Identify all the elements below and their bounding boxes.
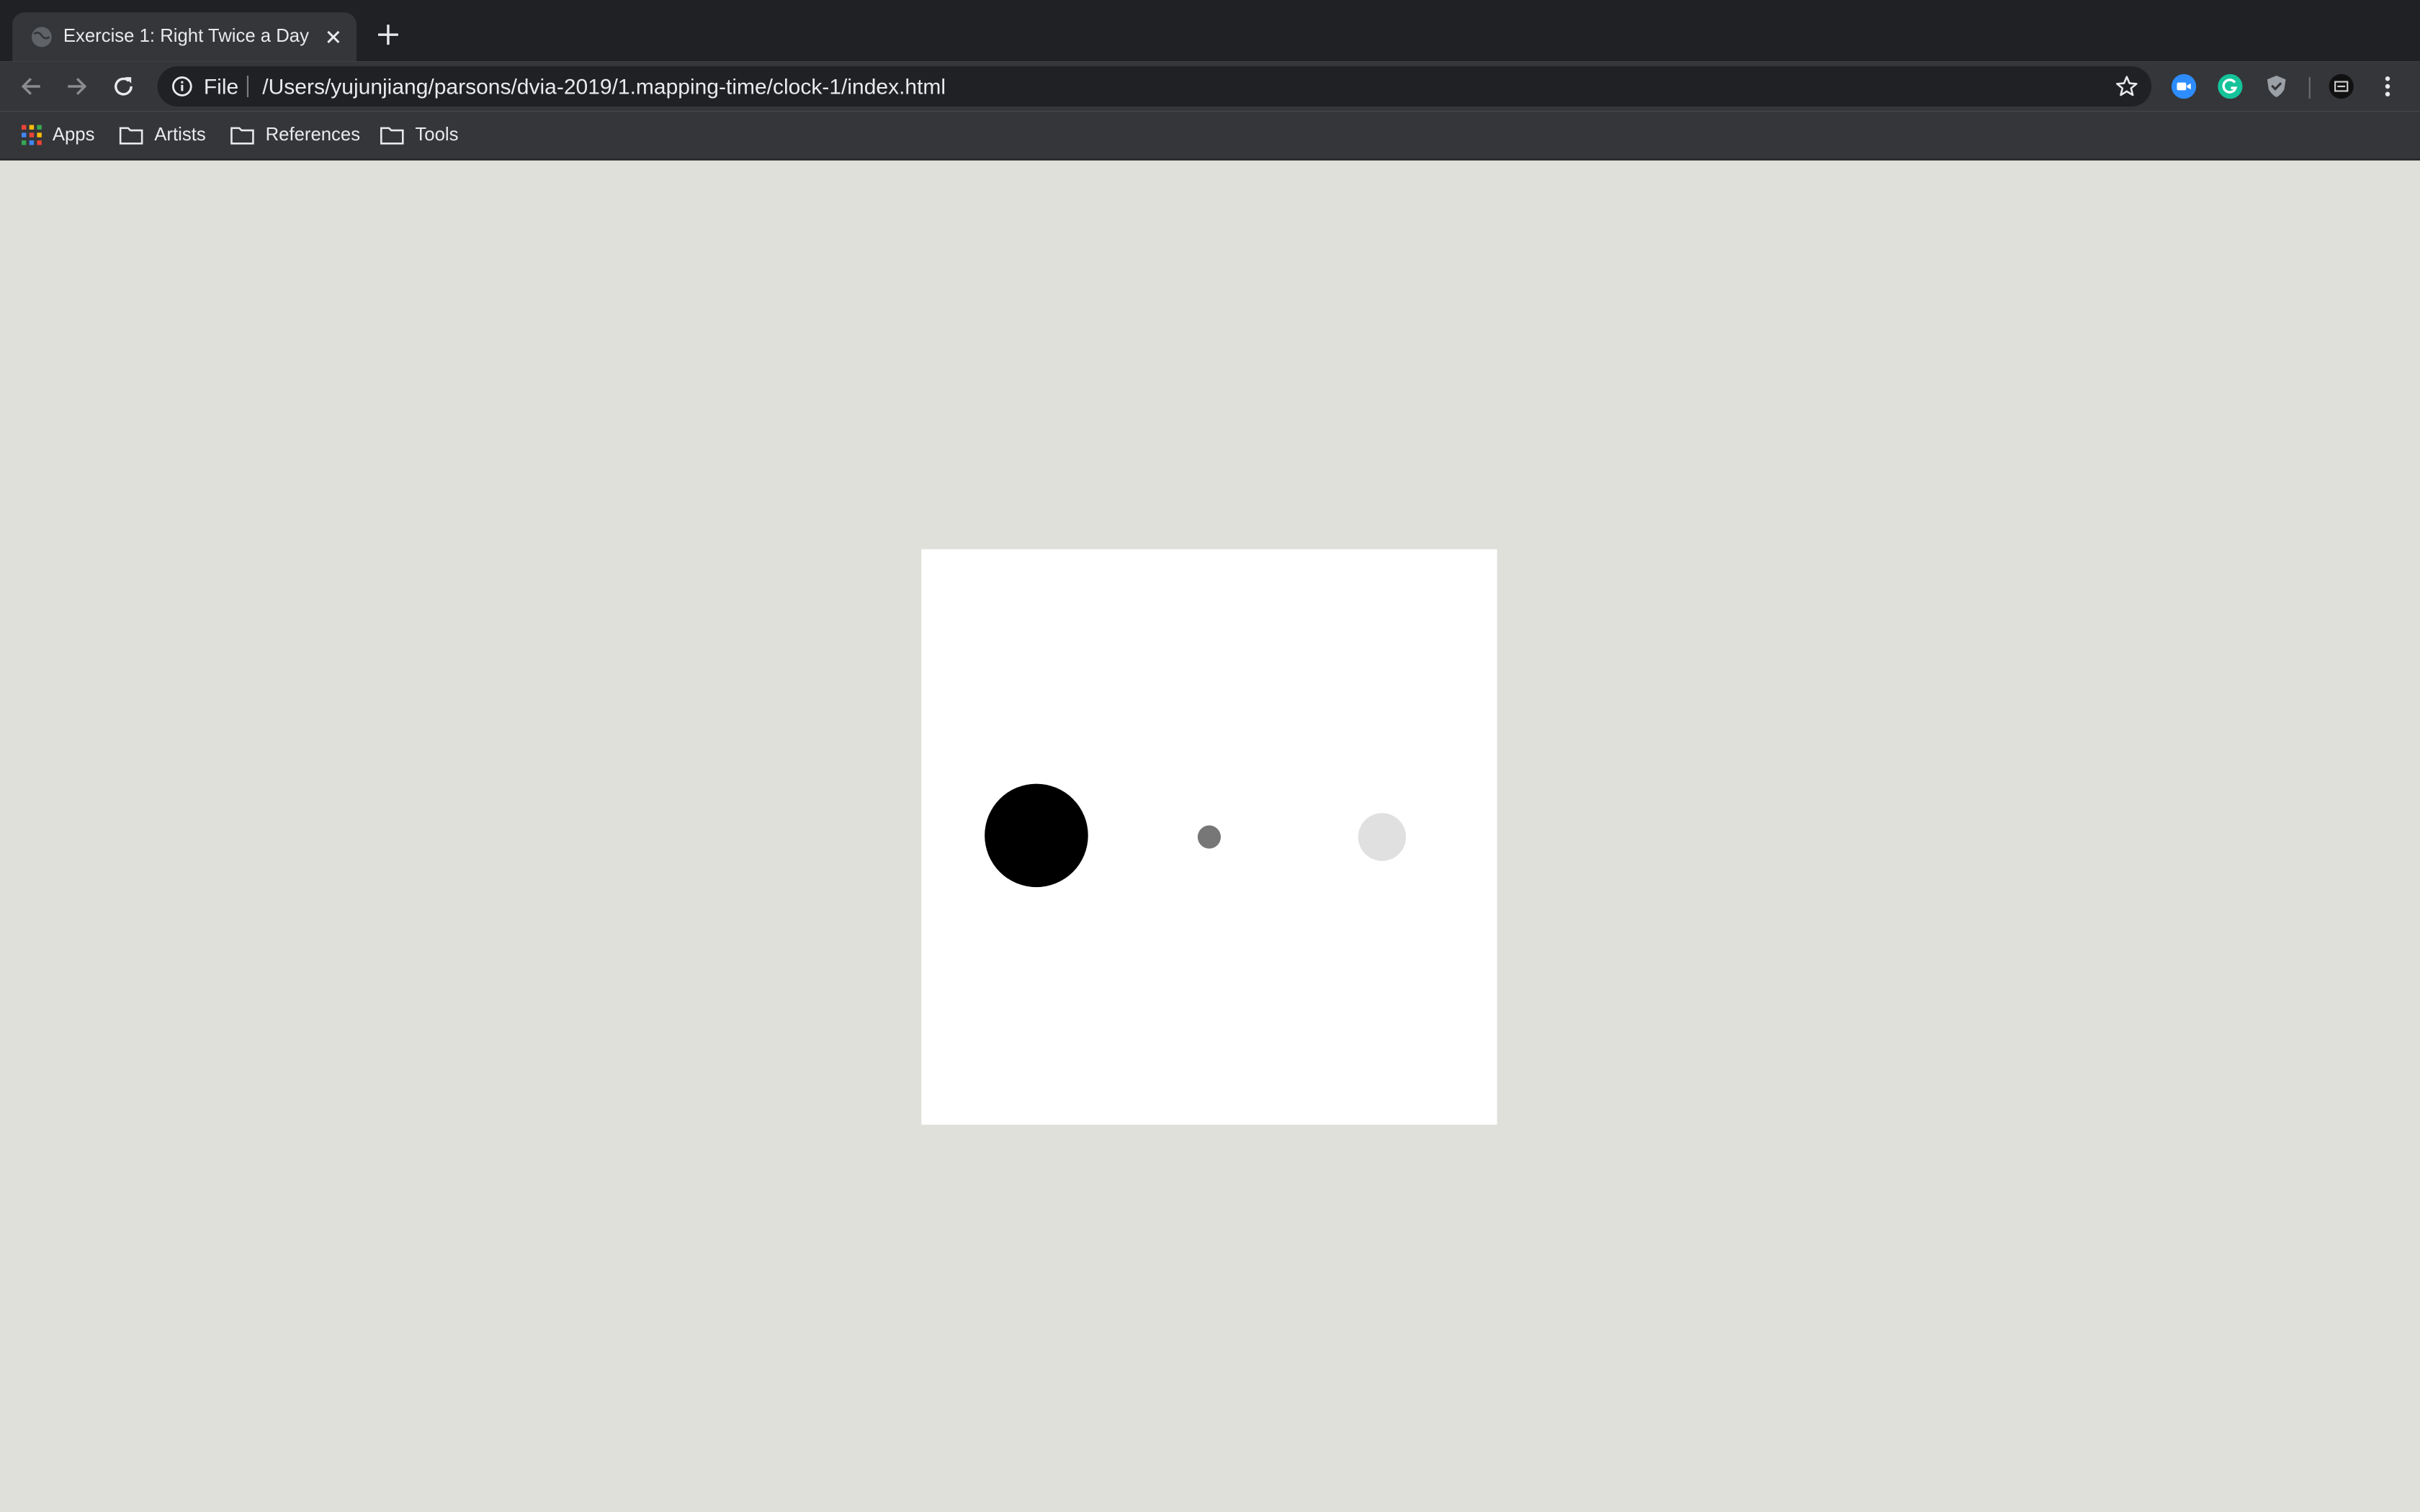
hours-dot: [985, 783, 1088, 888]
close-icon[interactable]: [321, 24, 346, 49]
extension-divider: [2308, 77, 2311, 99]
url-scheme-label: File: [203, 73, 239, 99]
address-bar[interactable]: File /Users/yujunjiang/parsons/dvia-2019…: [157, 66, 2152, 107]
page-viewport: [0, 160, 2420, 1512]
bookmark-label: Tools: [415, 123, 459, 145]
apps-grid-icon: [22, 124, 42, 145]
folder-icon: [380, 126, 404, 144]
shield-extension-icon[interactable]: [2262, 73, 2290, 101]
bookmark-tools[interactable]: Tools: [380, 119, 458, 150]
bookmarks-bar: Apps Artists References Tools: [0, 111, 2420, 161]
folder-icon: [230, 126, 254, 144]
bookmark-label: Apps: [52, 123, 95, 145]
scheme-separator: [246, 76, 248, 97]
bookmark-label: References: [265, 123, 361, 145]
bookmark-apps[interactable]: Apps: [22, 119, 94, 150]
bookmark-artists[interactable]: Artists: [119, 119, 206, 150]
info-icon[interactable]: [171, 76, 193, 97]
forward-arrow-icon[interactable]: [63, 73, 91, 101]
kebab-menu-icon[interactable]: [2374, 73, 2402, 101]
minutes-dot: [1197, 825, 1221, 849]
browser-toolbar: File /Users/yujunjiang/parsons/dvia-2019…: [0, 61, 2420, 112]
screen-extension-icon[interactable]: [2327, 73, 2355, 101]
globe-icon: [31, 27, 52, 48]
reload-icon[interactable]: [109, 73, 138, 101]
bookmark-star-icon[interactable]: [2115, 74, 2139, 99]
folder-icon: [119, 126, 143, 144]
tab-active[interactable]: Exercise 1: Right Twice a Day: [12, 12, 357, 62]
new-tab-plus-icon[interactable]: [375, 22, 401, 48]
grammarly-extension-icon[interactable]: [2216, 73, 2244, 101]
clock-canvas: [921, 549, 1497, 1125]
back-arrow-icon[interactable]: [17, 73, 45, 101]
zoom-extension-icon[interactable]: [2170, 73, 2198, 101]
tab-title: Exercise 1: Right Twice a Day: [63, 24, 309, 47]
tab-strip: Exercise 1: Right Twice a Day: [0, 0, 2420, 62]
bookmark-label: Artists: [154, 123, 206, 145]
seconds-dot: [1358, 813, 1407, 861]
url-text[interactable]: /Users/yujunjiang/parsons/dvia-2019/1.ma…: [262, 74, 946, 99]
bookmark-references[interactable]: References: [230, 119, 360, 150]
